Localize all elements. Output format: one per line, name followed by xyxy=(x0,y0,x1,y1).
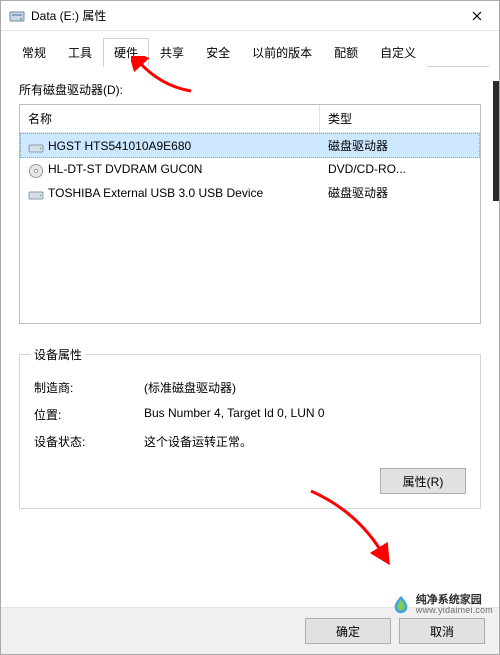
tab-4[interactable]: 安全 xyxy=(195,38,241,67)
titlebar: Data (E:) 属性 xyxy=(1,1,499,31)
optical-drive-icon xyxy=(28,163,44,175)
device-properties-button[interactable]: 属性(R) xyxy=(380,468,466,494)
status-value: 这个设备运转正常。 xyxy=(144,433,466,450)
location-value: Bus Number 4, Target Id 0, LUN 0 xyxy=(144,406,466,423)
list-item[interactable]: HL-DT-ST DVDRAM GUC0N DVD/CD-RO... xyxy=(20,158,480,180)
cancel-button[interactable]: 取消 xyxy=(399,618,485,644)
device-name: TOSHIBA External USB 3.0 USB Device xyxy=(48,186,263,200)
properties-dialog: Data (E:) 属性 常规工具硬件共享安全以前的版本配额自定义 所有磁盘驱动… xyxy=(0,0,500,655)
drive-icon xyxy=(9,8,25,24)
drive-list-label: 所有磁盘驱动器(D): xyxy=(19,81,481,98)
hardware-tab-page: 所有磁盘驱动器(D): 名称 类型 HGST HTS541010A9E680 磁盘… xyxy=(1,67,499,607)
tab-0[interactable]: 常规 xyxy=(11,38,57,67)
close-icon xyxy=(472,11,482,21)
tab-1[interactable]: 工具 xyxy=(57,38,103,67)
column-type[interactable]: 类型 xyxy=(320,105,480,132)
device-name: HL-DT-ST DVDRAM GUC0N xyxy=(48,162,202,176)
device-type: 磁盘驱动器 xyxy=(320,182,480,203)
group-title: 设备属性 xyxy=(30,346,86,363)
hard-drive-icon xyxy=(28,187,44,199)
device-type: DVD/CD-RO... xyxy=(320,160,480,178)
list-body: HGST HTS541010A9E680磁盘驱动器HL-DT-ST DVDRAM… xyxy=(20,133,480,323)
device-name: HGST HTS541010A9E680 xyxy=(48,139,191,153)
watermark-logo-icon xyxy=(390,594,412,616)
manufacturer-label: 制造商: xyxy=(34,379,144,396)
list-item[interactable]: TOSHIBA External USB 3.0 USB Device 磁盘驱动器 xyxy=(20,180,480,205)
watermark-url: www.yidaimei.com xyxy=(416,606,493,616)
list-header: 名称 类型 xyxy=(20,105,480,133)
location-label: 位置: xyxy=(34,406,144,423)
decorative-strip xyxy=(493,81,499,201)
device-type: 磁盘驱动器 xyxy=(320,135,480,156)
tab-3[interactable]: 共享 xyxy=(149,38,195,67)
manufacturer-value: (标准磁盘驱动器) xyxy=(144,379,466,396)
watermark: 纯净系统家园 www.yidaimei.com xyxy=(390,594,493,616)
window-title: Data (E:) 属性 xyxy=(31,7,454,24)
tab-5[interactable]: 以前的版本 xyxy=(241,38,323,67)
device-properties-group: 设备属性 制造商: (标准磁盘驱动器) 位置: Bus Number 4, Ta… xyxy=(19,354,481,509)
column-name[interactable]: 名称 xyxy=(20,105,320,132)
tab-7[interactable]: 自定义 xyxy=(369,38,427,67)
tab-strip: 常规工具硬件共享安全以前的版本配额自定义 xyxy=(1,31,499,67)
tab-2[interactable]: 硬件 xyxy=(103,38,149,67)
tab-6[interactable]: 配额 xyxy=(323,38,369,67)
status-label: 设备状态: xyxy=(34,433,144,450)
ok-button[interactable]: 确定 xyxy=(305,618,391,644)
list-item[interactable]: HGST HTS541010A9E680 磁盘驱动器 xyxy=(20,133,480,158)
drive-list[interactable]: 名称 类型 HGST HTS541010A9E680磁盘驱动器HL-DT-ST … xyxy=(19,104,481,324)
hard-drive-icon xyxy=(28,140,44,152)
close-button[interactable] xyxy=(454,1,499,30)
